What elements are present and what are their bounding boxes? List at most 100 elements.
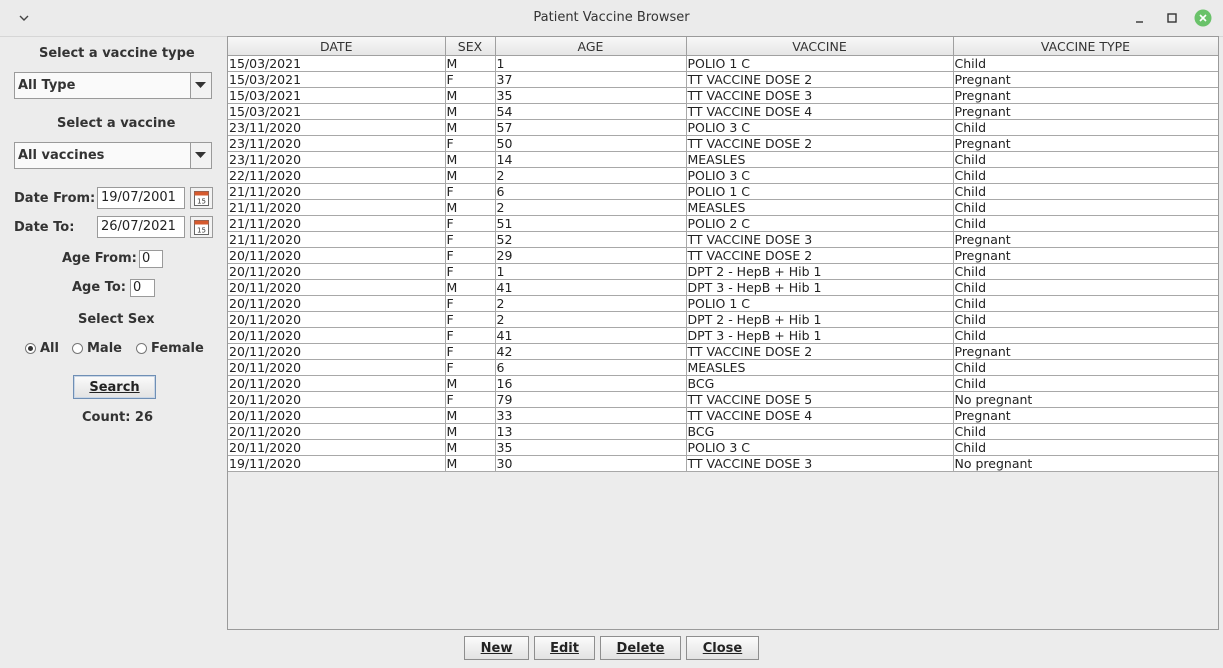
table-cell: Pregnant [953,343,1218,360]
table-row[interactable]: 20/11/2020 M 33 TT VACCINE DOSE 4 Pregnant [228,407,1218,424]
table-cell: TT VACCINE DOSE 3 [686,231,954,248]
table-cell: Child [953,263,1218,280]
age-to-field[interactable]: 0 [130,279,155,297]
table-row[interactable]: 15/03/2021 M 1 POLIO 1 C Child [228,55,1218,72]
column-header[interactable]: SEX [445,37,496,56]
table-row[interactable]: 23/11/2020 F 50 TT VACCINE DOSE 2 Pregnant [228,135,1218,152]
column-header[interactable]: DATE [228,37,446,56]
table-cell: F [445,295,496,312]
delete-button[interactable]: Delete [600,636,681,660]
age-from-field[interactable]: 0 [139,250,163,268]
table-cell: 15/03/2021 [228,87,446,104]
table-cell: 20/11/2020 [228,439,446,456]
table-cell: 21/11/2020 [228,183,446,200]
chevron-down-icon[interactable] [190,73,211,98]
table-row[interactable]: 19/11/2020 M 30 TT VACCINE DOSE 3 No pregnan… [228,455,1218,472]
new-button[interactable]: New [464,636,529,660]
table-row[interactable]: 21/11/2020 M 2 MEASLES Child [228,199,1218,216]
table-row[interactable]: 20/11/2020 F 29 TT VACCINE DOSE 2 Pregnant [228,247,1218,264]
table-row[interactable]: 20/11/2020 F 79 TT VACCINE DOSE 5 No pregnan… [228,391,1218,408]
sex-option-label: All [40,341,59,356]
table-row[interactable]: 20/11/2020 F 41 DPT 3 - HepB + Hib 1 Child [228,327,1218,344]
column-header[interactable]: AGE [495,37,687,56]
result-count: Count: 26 [82,410,154,425]
table-cell: Child [953,279,1218,296]
window-title: Patient Vaccine Browser [533,10,690,25]
sex-radio-female[interactable]: Female [136,341,204,356]
table-row[interactable]: 20/11/2020 F 2 POLIO 1 C Child [228,295,1218,312]
vaccine-type-select[interactable]: All Type [14,72,212,99]
table-cell: F [445,183,496,200]
table-cell: 20/11/2020 [228,375,446,392]
table-cell: 2 [495,295,687,312]
table-cell: MEASLES [686,199,954,216]
column-header[interactable]: VACCINE TYPE [953,37,1218,56]
column-header[interactable]: VACCINE [686,37,954,56]
table-row[interactable]: 20/11/2020 M 13 BCG Child [228,423,1218,440]
table-row[interactable]: 20/11/2020 M 16 BCG Child [228,375,1218,392]
date-to-field[interactable]: 26/07/2021 [97,216,185,238]
table-cell: POLIO 3 C [686,439,954,456]
table-cell: Child [953,55,1218,72]
table-cell: 20/11/2020 [228,407,446,424]
table-cell: 23/11/2020 [228,151,446,168]
sex-radio-male[interactable]: Male [72,341,122,356]
table-cell: M [445,199,496,216]
table-cell: TT VACCINE DOSE 2 [686,71,954,88]
table-row[interactable]: 15/03/2021 F 37 TT VACCINE DOSE 2 Pregnant [228,71,1218,88]
date-to-calendar-button[interactable]: 15 [190,216,213,238]
table-cell: 15/03/2021 [228,103,446,120]
date-from-calendar-button[interactable]: 15 [190,187,213,209]
table-cell: M [445,407,496,424]
table-cell: Child [953,423,1218,440]
vaccine-select[interactable]: All vaccines [14,142,212,169]
date-from-field[interactable]: 19/07/2001 [97,187,185,209]
close-button[interactable]: Close [686,636,759,660]
table-cell: MEASLES [686,359,954,376]
calendar-icon: 15 [194,191,209,206]
age-from-label: Age From: [62,251,137,266]
radio-unselected-icon [72,343,83,354]
table-row[interactable]: 21/11/2020 F 52 TT VACCINE DOSE 3 Pregnant [228,231,1218,248]
results-table[interactable]: DATE SEX AGE VACCINE VACCINE TYPE 15/03/… [227,36,1219,630]
sex-radio-all[interactable]: All [25,341,59,356]
table-row[interactable]: 20/11/2020 F 1 DPT 2 - HepB + Hib 1 Child [228,263,1218,280]
maximize-icon[interactable] [1163,9,1181,27]
table-cell: 52 [495,231,687,248]
chevron-down-icon[interactable] [190,143,211,168]
table-row[interactable]: 15/03/2021 M 54 TT VACCINE DOSE 4 Pregnant [228,103,1218,120]
table-row[interactable]: 20/11/2020 M 41 DPT 3 - HepB + Hib 1 Child [228,279,1218,296]
table-row[interactable]: 20/11/2020 F 2 DPT 2 - HepB + Hib 1 Child [228,311,1218,328]
table-row[interactable]: 23/11/2020 M 14 MEASLES Child [228,151,1218,168]
table-cell: Child [953,375,1218,392]
svg-text:15: 15 [197,198,206,206]
table-cell: 2 [495,199,687,216]
table-cell: TT VACCINE DOSE 4 [686,103,954,120]
table-row[interactable]: 21/11/2020 F 6 POLIO 1 C Child [228,183,1218,200]
table-cell: 21/11/2020 [228,199,446,216]
table-cell: POLIO 1 C [686,183,954,200]
table-row[interactable]: 23/11/2020 M 57 POLIO 3 C Child [228,119,1218,136]
search-button[interactable]: Search [73,375,156,399]
table-cell: DPT 2 - HepB + Hib 1 [686,311,954,328]
table-cell: Child [953,439,1218,456]
table-cell: 30 [495,455,687,472]
edit-button[interactable]: Edit [534,636,595,660]
table-row[interactable]: 22/11/2020 M 2 POLIO 3 C Child [228,167,1218,184]
minimize-icon[interactable] [1131,9,1149,27]
table-cell: TT VACCINE DOSE 3 [686,455,954,472]
table-row[interactable]: 20/11/2020 F 42 TT VACCINE DOSE 2 Pregnant [228,343,1218,360]
table-cell: 23/11/2020 [228,119,446,136]
table-cell: 6 [495,183,687,200]
table-row[interactable]: 15/03/2021 M 35 TT VACCINE DOSE 3 Pregnant [228,87,1218,104]
table-cell: M [445,455,496,472]
table-row[interactable]: 20/11/2020 M 35 POLIO 3 C Child [228,439,1218,456]
table-row[interactable]: 20/11/2020 F 6 MEASLES Child [228,359,1218,376]
date-to-label: Date To: [14,220,75,235]
table-cell: TT VACCINE DOSE 4 [686,407,954,424]
table-cell: TT VACCINE DOSE 3 [686,87,954,104]
table-cell: Pregnant [953,407,1218,424]
table-cell: F [445,231,496,248]
table-row[interactable]: 21/11/2020 F 51 POLIO 2 C Child [228,215,1218,232]
close-icon[interactable] [1194,9,1212,27]
